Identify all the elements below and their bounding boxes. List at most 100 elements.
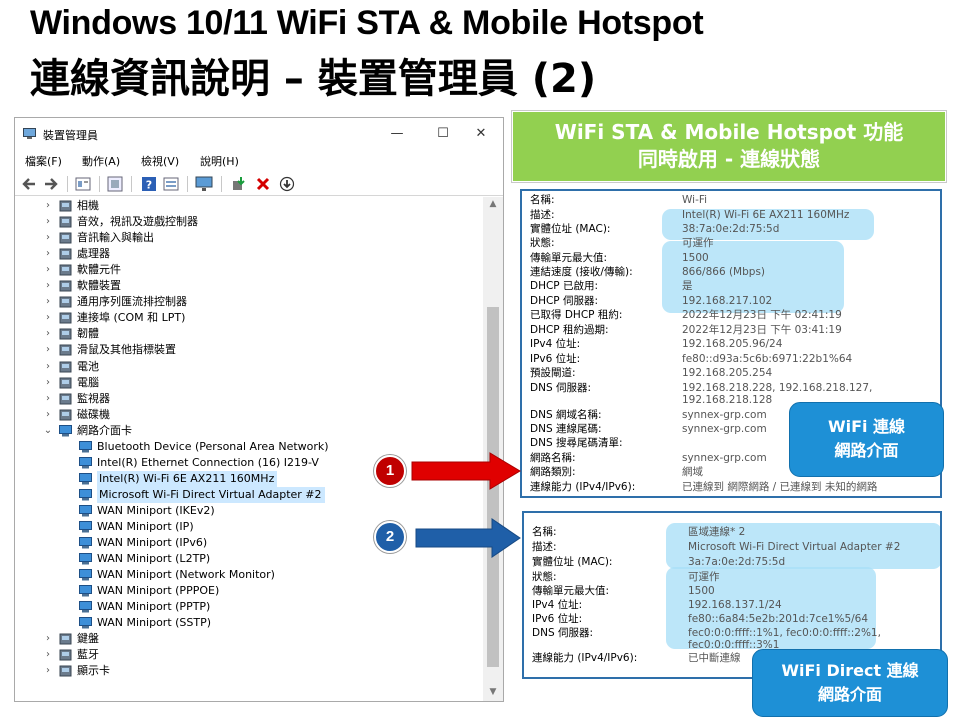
device-manager-app-icon xyxy=(23,128,36,139)
maximize-button[interactable]: ☐ xyxy=(429,123,457,145)
tree-item-label: 軟體裝置 xyxy=(77,279,121,293)
tree-item-label: Intel(R) Wi-Fi 6E AX211 160MHz xyxy=(97,470,278,487)
update-driver-icon[interactable] xyxy=(107,176,123,192)
chevron-right-icon[interactable]: › xyxy=(43,198,53,214)
info-label: 已取得 DHCP 租約: xyxy=(530,309,623,321)
chevron-right-icon[interactable]: › xyxy=(43,647,53,663)
chevron-down-icon[interactable]: ⌄ xyxy=(43,423,53,439)
chevron-right-icon[interactable]: › xyxy=(43,631,53,647)
info-label: 實體位址 (MAC): xyxy=(530,223,611,235)
info-value: 網域 xyxy=(682,466,703,478)
info-value: 3a:7a:0e:2d:75:5d xyxy=(688,556,786,568)
monitor-icon[interactable] xyxy=(195,176,213,192)
info-value: synnex-grp.com xyxy=(682,423,767,435)
view-icon[interactable] xyxy=(163,176,179,192)
network-adapter-icon xyxy=(79,440,92,453)
tree-item-label: 電腦 xyxy=(77,375,99,389)
tree-item-label: WAN Miniport (Network Monitor) xyxy=(97,568,275,582)
device-category-icon xyxy=(59,633,72,645)
menu-action[interactable]: 動作(A) xyxy=(82,153,120,169)
tree-item-label: 磁碟機 xyxy=(77,407,110,421)
device-category-icon xyxy=(59,377,72,389)
close-button[interactable]: ✕ xyxy=(467,123,495,145)
info-value: 1500 xyxy=(688,585,715,597)
tree-scrollbar[interactable]: ▲ ▼ xyxy=(483,197,503,701)
svg-text:?: ? xyxy=(146,179,152,192)
chevron-right-icon[interactable]: › xyxy=(43,375,53,391)
tree-item-label: 藍牙 xyxy=(77,648,99,662)
info-label: DNS 網域名稱: xyxy=(530,409,602,421)
chevron-right-icon[interactable]: › xyxy=(43,230,53,246)
info-value: 192.168.137.1/24 xyxy=(688,599,782,611)
add-driver-icon[interactable] xyxy=(231,176,247,192)
device-category-icon xyxy=(59,665,72,677)
info-label: 名稱: xyxy=(532,526,557,538)
chevron-right-icon[interactable]: › xyxy=(43,359,53,375)
info-label: DNS 搜尋尾碼清單: xyxy=(530,437,623,449)
info-value: Microsoft Wi-Fi Direct Virtual Adapter #… xyxy=(688,541,901,553)
chevron-right-icon[interactable]: › xyxy=(43,310,53,326)
help-icon[interactable]: ? xyxy=(141,176,157,192)
tree-item-label: 連接埠 (COM 和 LPT) xyxy=(77,311,186,325)
tree-item-label: WAN Miniport (IPv6) xyxy=(97,536,208,550)
info-value: 已中斷連線 xyxy=(688,652,741,664)
info-value: synnex-grp.com xyxy=(682,409,767,421)
chevron-right-icon[interactable]: › xyxy=(43,663,53,679)
chevron-right-icon[interactable]: › xyxy=(43,262,53,278)
menu-help[interactable]: 說明(H) xyxy=(200,153,239,169)
minimize-button[interactable]: — xyxy=(383,123,411,145)
tree-item-label: Intel(R) Ethernet Connection (16) I219-V xyxy=(97,455,319,469)
chevron-right-icon[interactable]: › xyxy=(43,407,53,423)
info-label: 傳輸單元最大值: xyxy=(530,252,608,264)
info-label: IPv4 位址: xyxy=(530,338,581,350)
info-label: DHCP 租約過期: xyxy=(530,324,609,336)
chevron-right-icon[interactable]: › xyxy=(43,326,53,342)
chevron-right-icon[interactable]: › xyxy=(43,294,53,310)
info-label: IPv4 位址: xyxy=(532,599,583,611)
tree-item-label: WAN Miniport (SSTP) xyxy=(97,616,212,630)
chevron-right-icon[interactable]: › xyxy=(43,342,53,358)
info-value: 2022年12月23日 下午 02:41:19 xyxy=(682,309,842,321)
menu-view[interactable]: 檢視(V) xyxy=(141,153,179,169)
device-category-icon xyxy=(59,216,72,228)
device-category-icon xyxy=(59,248,72,260)
scroll-up-icon[interactable]: ▲ xyxy=(487,199,499,209)
info-value: 1500 xyxy=(682,252,709,264)
tree-item-label: WAN Miniport (IP) xyxy=(97,520,194,533)
info-label: DNS 連線尾碼: xyxy=(530,423,602,435)
info-value: fe80::6a84:5e2b:201d:7ce1%5/64 xyxy=(688,613,869,625)
info-value: 2022年12月23日 下午 03:41:19 xyxy=(682,324,842,336)
info-value: synnex-grp.com xyxy=(682,452,767,464)
info-value: 可運作 xyxy=(688,571,720,583)
forward-arrow-icon[interactable] xyxy=(43,176,59,192)
download-icon[interactable] xyxy=(279,176,295,192)
network-adapter-icon xyxy=(79,601,92,613)
properties-icon[interactable] xyxy=(75,176,91,192)
info-label: 連結速度 (接收/傳輸): xyxy=(530,266,633,278)
tree-item-label: 韌體 xyxy=(77,327,99,341)
chevron-right-icon[interactable]: › xyxy=(43,214,53,230)
back-arrow-icon[interactable] xyxy=(21,176,37,192)
info-label: IPv6 位址: xyxy=(532,613,583,625)
chevron-right-icon[interactable]: › xyxy=(43,391,53,407)
menu-bar: 檔案(F) 動作(A) 檢視(V) 說明(H) xyxy=(15,150,503,172)
device-category-icon xyxy=(59,409,72,421)
tree-item-label: 音效，視訊及遊戲控制器 xyxy=(77,215,198,229)
uninstall-icon[interactable] xyxy=(255,176,271,192)
info-value: 192.168.205.254 xyxy=(682,367,773,379)
direct-callout-line1: WiFi Direct 連線 xyxy=(781,661,919,680)
toolbar: ? xyxy=(15,172,503,196)
info-label: 傳輸單元最大值: xyxy=(532,585,610,597)
chevron-right-icon[interactable]: › xyxy=(43,246,53,262)
tree-item-label: 顯示卡 xyxy=(77,664,110,678)
info-label: 連線能力 (IPv4/IPv6): xyxy=(530,481,636,493)
menu-file[interactable]: 檔案(F) xyxy=(25,153,62,169)
scroll-down-icon[interactable]: ▼ xyxy=(487,687,499,697)
wifi-direct-interface-callout: WiFi Direct 連線 網路介面 xyxy=(752,649,948,717)
tree-item-label: 音訊輸入與輸出 xyxy=(77,231,154,245)
chevron-right-icon[interactable]: › xyxy=(43,278,53,294)
device-category-icon xyxy=(59,312,72,324)
info-value: Intel(R) Wi-Fi 6E AX211 160MHz xyxy=(682,209,850,221)
window-titlebar: 裝置管理員 — ☐ ✕ xyxy=(15,118,503,150)
device-category-icon xyxy=(59,649,72,661)
